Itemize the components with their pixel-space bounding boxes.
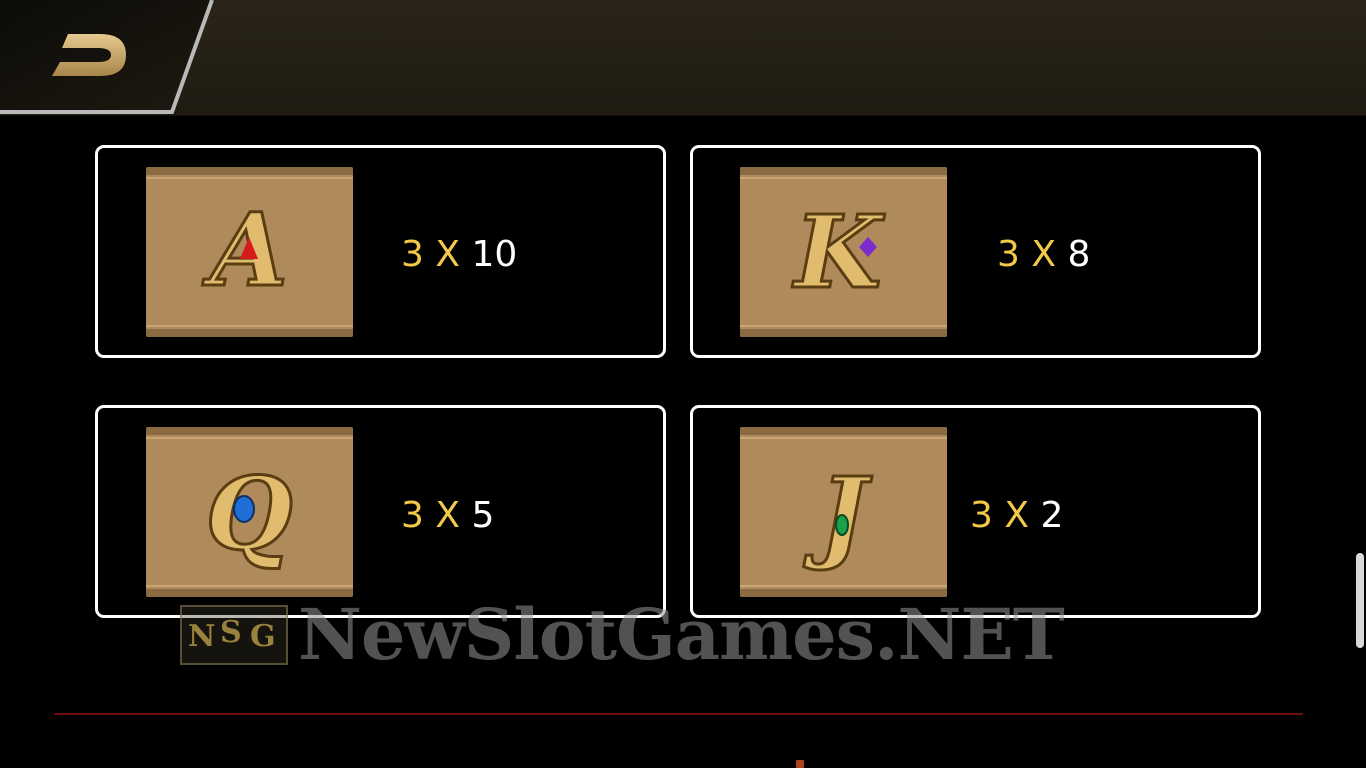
- multiplier-label: 3 X: [401, 234, 461, 275]
- payout-q: 3 X 5: [401, 496, 494, 536]
- next-section-peek: [796, 760, 804, 768]
- symbol-j-icon: J: [740, 427, 947, 597]
- back-button[interactable]: [0, 0, 215, 116]
- watermark: N S G NewSlotGames.NET: [180, 593, 1065, 676]
- payout-k: 3 X 8: [997, 235, 1090, 275]
- logo-letter-s: S: [220, 615, 242, 650]
- symbol-a-icon: A: [146, 167, 353, 337]
- payout-value: 10: [471, 234, 518, 275]
- symbol-q-icon: Q: [146, 427, 353, 597]
- logo-letter-n: N: [188, 619, 216, 654]
- payout-a: 3 X 10: [401, 235, 517, 275]
- payout-j: 3 X 2: [970, 496, 1063, 536]
- paytable-card-q: Q 3 X 5: [95, 405, 666, 618]
- payout-value: 5: [471, 495, 495, 536]
- paytable-card-k: K 3 X 8: [690, 145, 1261, 358]
- symbol-k-icon: K: [740, 167, 947, 337]
- multiplier-label: 3 X: [997, 234, 1057, 275]
- scrollbar-thumb[interactable]: [1356, 553, 1364, 648]
- payout-value: 2: [1040, 495, 1064, 536]
- section-divider: [54, 713, 1303, 715]
- logo-letter-g: G: [250, 619, 276, 654]
- paytable-card-a: A 3 X 10: [95, 145, 666, 358]
- payout-value: 8: [1067, 234, 1091, 275]
- watermark-logo: N S G: [180, 605, 288, 665]
- multiplier-label: 3 X: [970, 495, 1030, 536]
- watermark-text: NewSlotGames.NET: [298, 593, 1065, 676]
- top-bar: [0, 0, 1366, 116]
- multiplier-label: 3 X: [401, 495, 461, 536]
- paytable-card-j: J 3 X 2: [690, 405, 1261, 618]
